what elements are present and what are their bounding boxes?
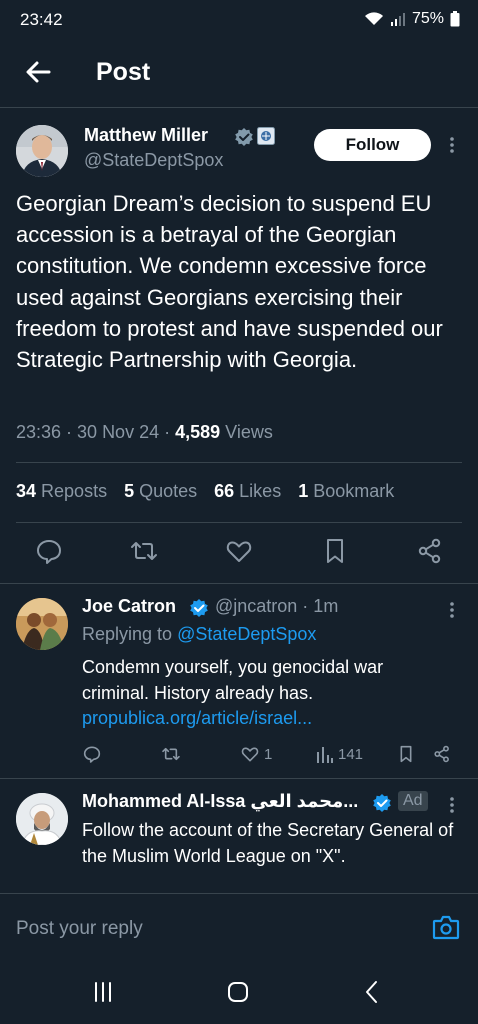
camera-icon[interactable] xyxy=(432,914,460,940)
reply-author-avatar[interactable] xyxy=(16,598,68,650)
more-options-icon[interactable] xyxy=(444,793,460,817)
reply-icon[interactable] xyxy=(34,536,64,566)
reply-like-count: 1 xyxy=(264,745,273,763)
reposts-count: 34 xyxy=(16,481,37,501)
divider xyxy=(16,462,462,463)
reply-composer[interactable]: Post your reply xyxy=(0,893,478,961)
repost-icon[interactable] xyxy=(129,536,159,566)
likes-label: Likes xyxy=(239,481,282,501)
verified-badge-icon xyxy=(190,599,208,617)
back-arrow-icon[interactable] xyxy=(22,56,54,88)
ad-author-avatar[interactable] xyxy=(16,793,68,845)
share-icon xyxy=(434,745,449,763)
divider xyxy=(0,107,478,108)
tweet-timestamp: 23:36 · 30 Nov 24 · 4,589 Views xyxy=(16,422,273,443)
reply-icon xyxy=(83,746,101,763)
reply-article-link[interactable]: propublica.org/article/israel... xyxy=(82,708,312,729)
reply-repost-button[interactable] xyxy=(160,744,182,764)
bookmarks-count: 1 xyxy=(298,481,309,501)
quotes-stat[interactable]: 5 Quotes xyxy=(124,481,197,502)
bookmarks-label: Bookmark xyxy=(313,481,395,501)
tweet-text: Georgian Dream’s decision to suspend EU … xyxy=(16,191,443,373)
status-time: 23:42 xyxy=(20,10,63,29)
likes-stat[interactable]: 66 Likes xyxy=(214,481,281,502)
status-bar: 23:42 75% xyxy=(0,0,478,40)
status-icons: 75% xyxy=(364,10,460,28)
views-label: Views xyxy=(220,422,273,442)
back-icon[interactable] xyxy=(357,977,387,1007)
reply-bookmark-button[interactable] xyxy=(396,744,416,764)
avatar-photo xyxy=(16,598,68,650)
more-options-icon[interactable] xyxy=(444,598,460,622)
post-screen: 23:42 75% Post Matthew Miller @StateDept… xyxy=(0,0,478,1024)
reposts-stat[interactable]: 34 Reposts xyxy=(16,481,107,502)
author-avatar[interactable] xyxy=(16,125,68,177)
reply-reply-button[interactable] xyxy=(82,744,102,764)
replying-to-link[interactable]: @StateDeptSpox xyxy=(177,624,316,644)
divider xyxy=(16,522,462,523)
verified-badge-icon xyxy=(373,794,391,812)
avatar-photo xyxy=(16,125,68,177)
share-icon[interactable] xyxy=(415,536,445,566)
divider xyxy=(0,583,478,584)
bookmark-icon xyxy=(400,745,412,763)
page-title: Post xyxy=(96,58,151,86)
views-icon xyxy=(317,747,333,763)
bookmarks-stat[interactable]: 1 Bookmark xyxy=(298,481,394,502)
post-header: Post xyxy=(0,44,478,102)
replying-prefix: Replying to xyxy=(82,624,178,644)
reply-author-name[interactable]: Joe Catron xyxy=(82,596,176,617)
reply-views-button[interactable]: 141 xyxy=(316,744,363,764)
wifi-icon xyxy=(364,12,383,25)
author-name[interactable]: Matthew Miller xyxy=(84,125,208,146)
reply-like-button[interactable]: 1 xyxy=(240,744,272,764)
verified-badge-icon xyxy=(235,128,253,146)
tweet-actions xyxy=(0,536,478,570)
like-icon[interactable] xyxy=(224,536,254,566)
battery-icon xyxy=(450,11,460,27)
ad-label: Ad xyxy=(398,791,428,811)
tweet-time-date: 23:36 · 30 Nov 24 · xyxy=(16,422,176,442)
signal-icon xyxy=(390,13,405,26)
author-handle[interactable]: @StateDeptSpox xyxy=(84,150,223,171)
reply-views-count: 141 xyxy=(338,745,364,763)
reply-text: Condemn yourself, you genocidal war crim… xyxy=(82,657,384,703)
likes-count: 66 xyxy=(214,481,235,501)
tweet-stats: 34 Reposts 5 Quotes 66 Likes 1 Bookmark xyxy=(16,481,394,502)
divider xyxy=(0,778,478,779)
system-navigation-bar xyxy=(0,961,478,1024)
ad-author-name[interactable]: Mohammed Al-Issa محمد العي... xyxy=(82,791,358,812)
replying-to: Replying to @StateDeptSpox xyxy=(82,624,316,645)
reply-share-button[interactable] xyxy=(432,744,452,764)
quotes-label: Quotes xyxy=(139,481,198,501)
reply-actions: 1 141 xyxy=(82,744,462,768)
bookmark-icon[interactable] xyxy=(320,536,350,566)
battery-percent: 75% xyxy=(411,10,444,27)
repost-icon xyxy=(162,747,180,761)
government-affiliation-icon xyxy=(257,127,275,145)
reposts-label: Reposts xyxy=(41,481,108,501)
reply-author-handle[interactable]: @jncatron · 1m xyxy=(215,596,338,617)
home-icon[interactable] xyxy=(223,977,253,1007)
ad-text: Follow the account of the Secretary Gene… xyxy=(82,820,454,866)
follow-button[interactable]: Follow xyxy=(314,129,431,161)
avatar-photo xyxy=(16,793,68,845)
reply-input[interactable]: Post your reply xyxy=(16,918,143,940)
like-icon xyxy=(241,747,259,762)
quotes-count: 5 xyxy=(124,481,135,501)
views-count: 4,589 xyxy=(175,422,221,442)
more-options-icon[interactable] xyxy=(444,133,460,157)
recent-apps-icon[interactable] xyxy=(88,977,118,1007)
